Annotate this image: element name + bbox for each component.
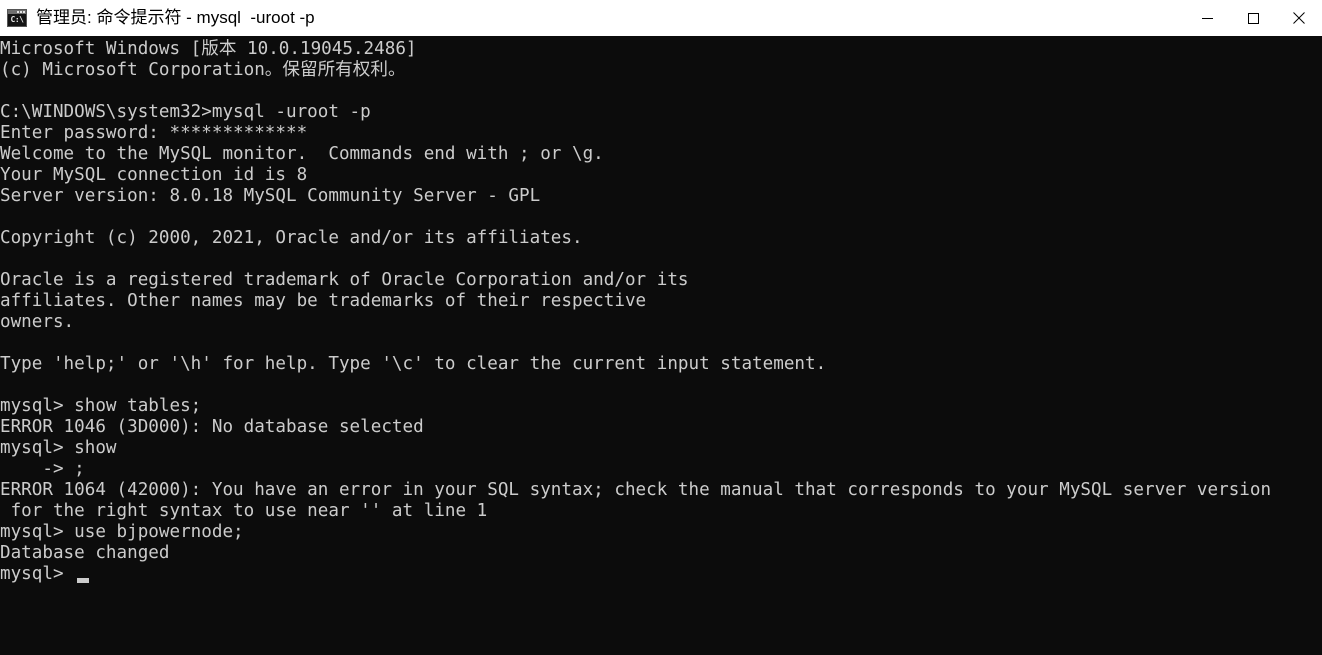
console-line: Welcome to the MySQL monitor. Commands e… (0, 144, 604, 164)
console-line: affiliates. Other names may be trademark… (0, 291, 647, 311)
console-line: owners. (0, 312, 75, 332)
console-line: Microsoft Windows [版本 10.0.19045.2486] (0, 39, 417, 59)
icon-prompt-text: C:\ (8, 14, 26, 26)
window-controls (1184, 0, 1322, 36)
console-line: mysql> use bjpowernode; (0, 522, 244, 542)
console-line: for the right syntax to use near '' at l… (0, 501, 488, 521)
console-line: Oracle is a registered trademark of Orac… (0, 270, 689, 290)
console-line: mysql> show (0, 438, 117, 458)
cmd-console-icon: C:\ (7, 9, 27, 27)
console-line: -> ; (0, 459, 85, 479)
window-title: 管理员: 命令提示符 - mysql -uroot -p (36, 8, 315, 27)
minimize-button[interactable] (1184, 0, 1230, 36)
console-line: (c) Microsoft Corporation。保留所有权利。 (0, 60, 406, 80)
maximize-icon (1247, 12, 1259, 24)
console-line: ERROR 1046 (3D000): No database selected (0, 417, 424, 437)
maximize-button[interactable] (1230, 0, 1276, 36)
console-line: Copyright (c) 2000, 2021, Oracle and/or … (0, 228, 583, 248)
console-line: ERROR 1064 (42000): You have an error in… (0, 480, 1272, 500)
title-bar[interactable]: C:\ 管理员: 命令提示符 - mysql -uroot -p (0, 0, 1322, 36)
console-line: C:\WINDOWS\system32>mysql -uroot -p (0, 102, 371, 122)
console-line: Your MySQL connection id is 8 (0, 165, 308, 185)
console-line: Type 'help;' or '\h' for help. Type '\c'… (0, 354, 827, 374)
console-line: mysql> show tables; (0, 396, 202, 416)
console-line: Enter password: ************* (0, 123, 308, 143)
icon-titlebar-dots (17, 11, 25, 13)
minimize-icon (1201, 17, 1213, 19)
console-line: Database changed (0, 543, 170, 563)
text-cursor (77, 578, 89, 583)
console-output-area[interactable]: Microsoft Windows [版本 10.0.19045.2486] (c… (0, 36, 1322, 655)
console-line: Server version: 8.0.18 MySQL Community S… (0, 186, 541, 206)
command-prompt-window: C:\ 管理员: 命令提示符 - mysql -uroot -p Microso… (0, 0, 1322, 655)
console-line: mysql> (0, 564, 1322, 585)
close-icon (1293, 12, 1305, 24)
close-button[interactable] (1276, 0, 1322, 36)
